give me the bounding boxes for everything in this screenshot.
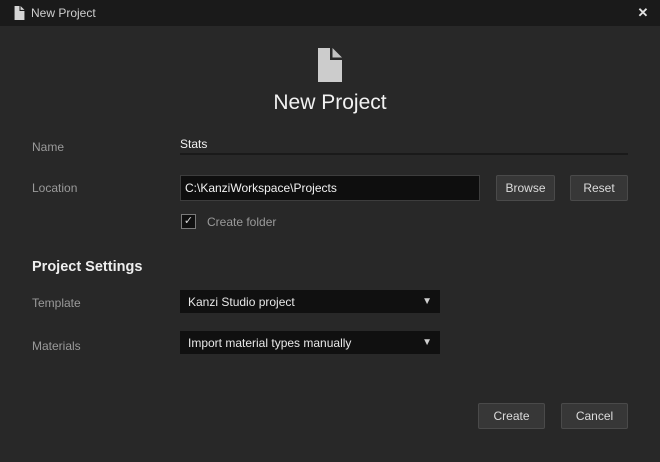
create-folder-checkbox[interactable]: ✓ bbox=[181, 214, 196, 229]
window-title: New Project bbox=[31, 6, 96, 20]
document-icon bbox=[14, 6, 25, 20]
dialog-heading: New Project bbox=[273, 91, 387, 114]
reset-button[interactable]: Reset bbox=[570, 175, 628, 201]
name-label: Name bbox=[32, 140, 65, 154]
chevron-down-icon: ▼ bbox=[422, 296, 432, 307]
project-settings-heading: Project Settings bbox=[32, 259, 143, 275]
checkmark-icon: ✓ bbox=[183, 215, 194, 227]
materials-label: Materials bbox=[32, 339, 81, 353]
create-button[interactable]: Create bbox=[478, 403, 545, 429]
location-label: Location bbox=[32, 181, 78, 195]
close-icon: ✕ bbox=[637, 5, 649, 20]
materials-dropdown[interactable]: Import material types manually ▼ bbox=[180, 331, 440, 354]
new-project-dialog: New Project ✕ New Project Name Location … bbox=[0, 0, 660, 462]
template-dropdown-value: Kanzi Studio project bbox=[188, 294, 295, 309]
chevron-down-icon: ▼ bbox=[422, 337, 432, 348]
browse-button[interactable]: Browse bbox=[496, 175, 555, 201]
new-project-icon bbox=[318, 48, 342, 82]
template-label: Template bbox=[32, 296, 81, 310]
location-input[interactable] bbox=[180, 175, 480, 201]
create-folder-label: Create folder bbox=[207, 215, 277, 229]
close-button[interactable]: ✕ bbox=[631, 0, 655, 26]
template-dropdown[interactable]: Kanzi Studio project ▼ bbox=[180, 290, 440, 313]
title-bar[interactable]: New Project ✕ bbox=[0, 0, 660, 26]
materials-dropdown-value: Import material types manually bbox=[188, 335, 352, 350]
cancel-button[interactable]: Cancel bbox=[561, 403, 628, 429]
name-input[interactable] bbox=[180, 134, 628, 155]
